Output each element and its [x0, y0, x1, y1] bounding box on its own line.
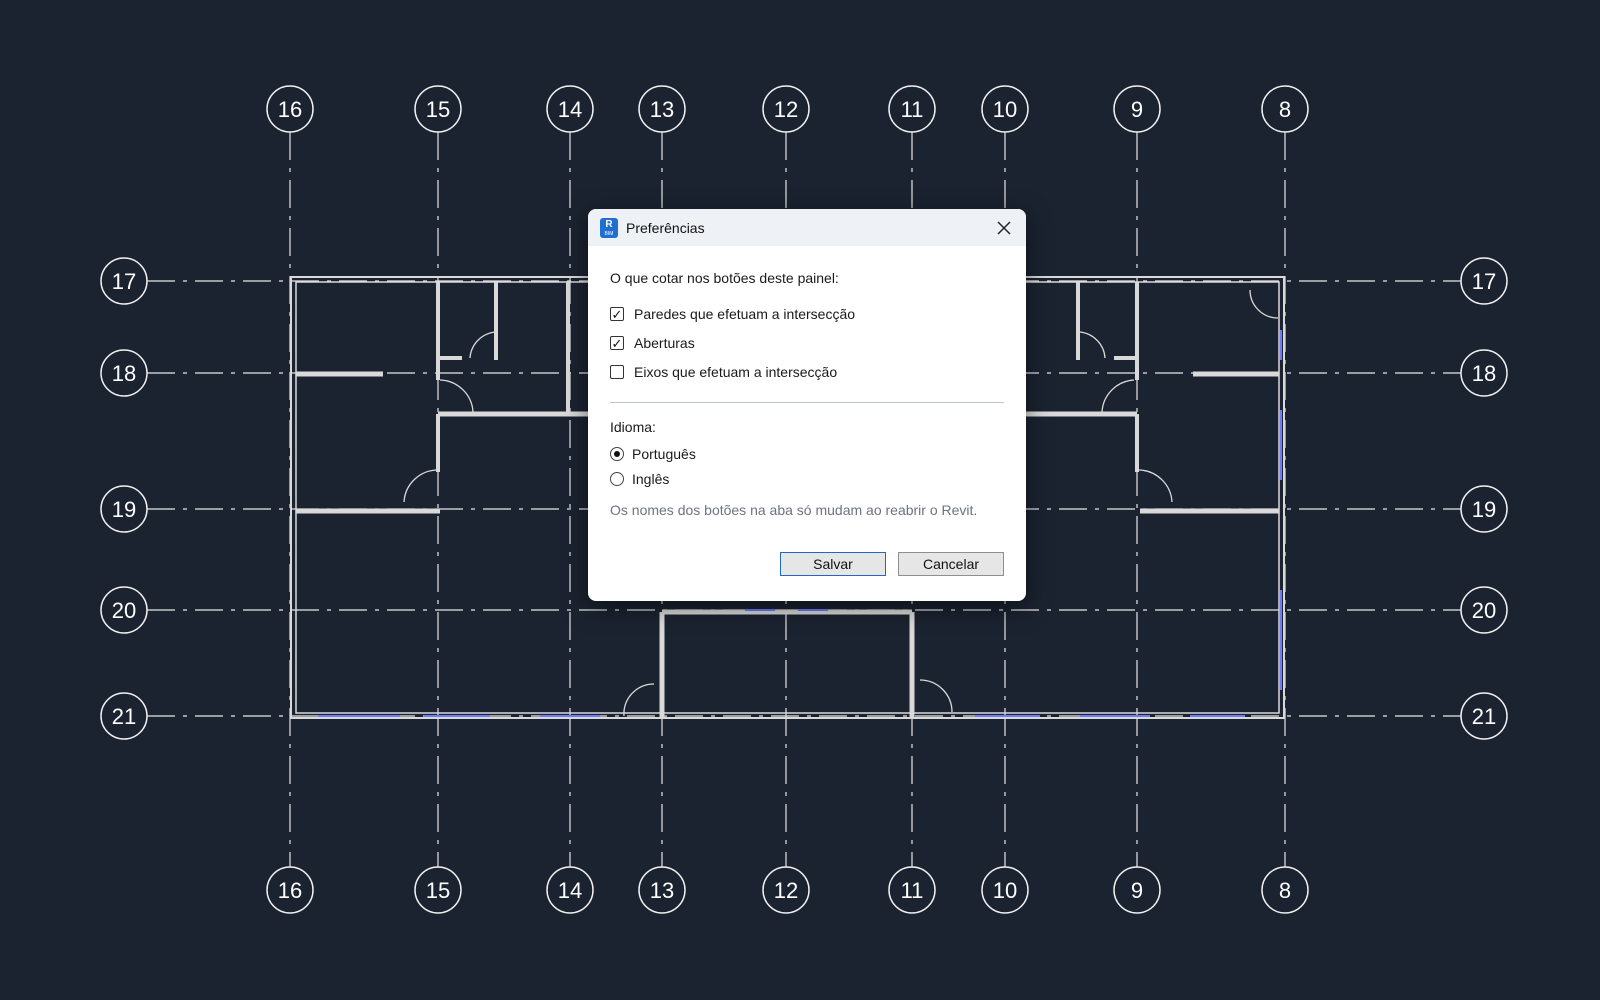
- app-icon-letter: R: [605, 218, 613, 230]
- grid-bubble-label: 14: [558, 97, 582, 122]
- grid-bubble-label: 20: [1472, 598, 1496, 623]
- language-portuguese[interactable]: Português: [610, 444, 1004, 464]
- grid-bubble-bottom-11: 11: [888, 866, 936, 914]
- grid-bubble-top-8: 8: [1261, 85, 1309, 133]
- grid-bubble-label: 16: [278, 97, 302, 122]
- door-swing: [1079, 331, 1106, 359]
- grid-bubble-right-18: 18: [1460, 349, 1508, 397]
- grid-bubble-top-14: 14: [546, 85, 594, 133]
- grid-bubble-top-13: 13: [638, 85, 686, 133]
- grid-bubble-bottom-14: 14: [546, 866, 594, 914]
- grid-bubble-left-18: 18: [100, 349, 148, 397]
- hint-text: Os nomes dos botões na aba só mudam ao r…: [610, 502, 978, 518]
- checkbox-openings[interactable]: ✓: [610, 336, 624, 350]
- option-openings-label: Aberturas: [634, 335, 695, 351]
- grid-bubble-top-16: 16: [266, 85, 314, 133]
- language-english[interactable]: Inglês: [610, 469, 1004, 489]
- dialog-content: O que cotar nos botões deste painel: ✓ P…: [588, 270, 1026, 518]
- grid-bubble-label: 9: [1131, 878, 1143, 903]
- grid-bubble-label: 17: [1472, 269, 1496, 294]
- grid-bubble-label: 13: [650, 878, 674, 903]
- door-swing: [439, 379, 474, 413]
- door-swing: [1101, 379, 1135, 413]
- grid-bubble-label: 20: [112, 598, 136, 623]
- grid-bubble-left-17: 17: [100, 257, 148, 305]
- dialog-title: Preferências: [626, 219, 705, 236]
- close-icon: [997, 221, 1011, 235]
- grid-bubble-right-17: 17: [1460, 257, 1508, 305]
- grid-bubble-bottom-15: 15: [414, 866, 462, 914]
- grid-bubble-label: 9: [1131, 97, 1143, 122]
- door-swing: [469, 331, 497, 359]
- preferences-dialog: R BIM Preferências O que cotar nos botõe…: [588, 209, 1026, 601]
- door-swing: [623, 683, 655, 717]
- grid-bubble-bottom-9: 9: [1113, 866, 1161, 914]
- grid-bubble-label: 21: [1472, 704, 1496, 729]
- grid-bubble-label: 10: [993, 97, 1017, 122]
- grid-bubble-label: 18: [112, 361, 136, 386]
- app-icon-sub: BIM: [604, 230, 614, 237]
- close-button[interactable]: [990, 214, 1018, 242]
- option-axes[interactable]: Eixos que efetuam a intersecção: [610, 362, 1004, 382]
- option-walls-label: Paredes que efetuam a intersecção: [634, 306, 856, 322]
- grid-bubble-label: 11: [901, 878, 924, 903]
- grid-bubble-left-20: 20: [100, 586, 148, 634]
- door-swing: [1249, 289, 1279, 319]
- door-swing: [1138, 469, 1173, 503]
- option-openings[interactable]: ✓ Aberturas: [610, 333, 1004, 353]
- grid-bubble-label: 12: [774, 97, 798, 122]
- separator: [610, 402, 1004, 403]
- grid-bubble-right-19: 19: [1460, 485, 1508, 533]
- cancel-button[interactable]: Cancelar: [898, 552, 1004, 576]
- door-swing: [919, 679, 953, 713]
- grid-bubble-right-20: 20: [1460, 586, 1508, 634]
- grid-bubble-top-15: 15: [414, 85, 462, 133]
- grid-bubble-bottom-10: 10: [981, 866, 1029, 914]
- option-walls[interactable]: ✓ Paredes que efetuam a intersecção: [610, 304, 1004, 324]
- grid-bubble-label: 12: [774, 878, 798, 903]
- option-axes-label: Eixos que efetuam a intersecção: [634, 364, 838, 380]
- checkbox-walls[interactable]: ✓: [610, 307, 624, 321]
- radio-portuguese[interactable]: [610, 447, 624, 461]
- save-button[interactable]: Salvar: [780, 552, 886, 576]
- checkbox-axes[interactable]: [610, 365, 624, 379]
- grid-bubble-bottom-13: 13: [638, 866, 686, 914]
- options-list: ✓ Paredes que efetuam a intersecção ✓ Ab…: [610, 304, 1004, 382]
- grid-bubble-label: 19: [1472, 497, 1496, 522]
- grid-bubble-bottom-12: 12: [762, 866, 810, 914]
- grid-bubble-label: 18: [1472, 361, 1496, 386]
- grid-bubble-label: 14: [558, 878, 582, 903]
- grid-bubble-top-9: 9: [1113, 85, 1161, 133]
- grid-bubble-label: 16: [278, 878, 302, 903]
- language-english-label: Inglês: [632, 471, 670, 487]
- grid-bubble-label: 8: [1279, 878, 1291, 903]
- grid-bubble-top-11: 11: [888, 85, 936, 133]
- dialog-buttons: Salvar Cancelar: [780, 552, 1004, 576]
- grid-bubble-label: 17: [112, 269, 136, 294]
- question-label: O que cotar nos botões deste painel:: [610, 270, 839, 286]
- radio-english[interactable]: [610, 472, 624, 486]
- grid-bubble-top-12: 12: [762, 85, 810, 133]
- language-label: Idioma:: [610, 419, 656, 435]
- grid-bubble-label: 8: [1279, 97, 1291, 122]
- language-portuguese-label: Português: [632, 446, 696, 462]
- grid-bubble-left-21: 21: [100, 692, 148, 740]
- grid-bubble-label: 19: [112, 497, 136, 522]
- grid-bubble-bottom-16: 16: [266, 866, 314, 914]
- door-swing: [403, 469, 439, 503]
- grid-bubble-bottom-8: 8: [1261, 866, 1309, 914]
- grid-bubble-label: 13: [650, 97, 674, 122]
- revit-app-icon: R BIM: [600, 217, 618, 238]
- grid-bubble-right-21: 21: [1460, 692, 1508, 740]
- grid-bubble-label: 10: [993, 878, 1017, 903]
- grid-bubble-label: 15: [426, 878, 450, 903]
- grid-bubble-left-19: 19: [100, 485, 148, 533]
- grid-bubble-label: 21: [112, 704, 136, 729]
- grid-bubble-top-10: 10: [981, 85, 1029, 133]
- grid-bubble-label: 15: [426, 97, 450, 122]
- dialog-titlebar: R BIM Preferências: [588, 209, 1026, 246]
- grid-bubble-label: 11: [901, 97, 924, 122]
